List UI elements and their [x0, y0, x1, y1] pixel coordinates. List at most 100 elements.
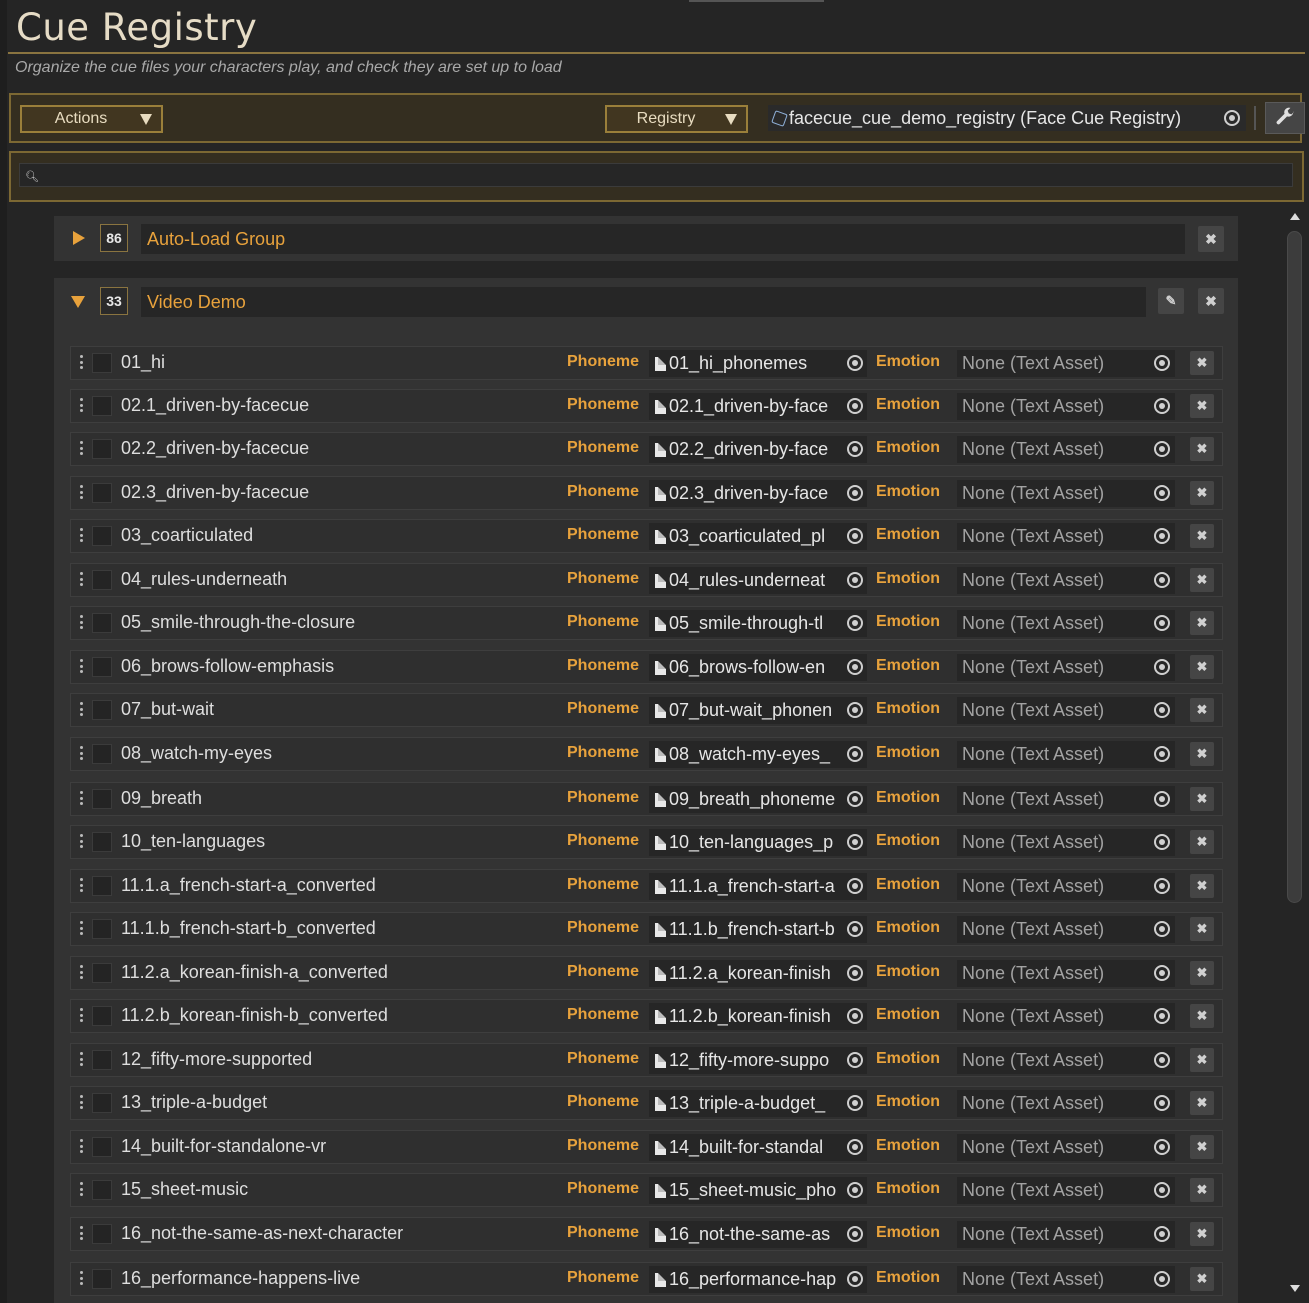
phoneme-asset-field[interactable]: 07_but-wait_phonen	[649, 697, 867, 724]
remove-cue-button[interactable]: ✖	[1190, 874, 1214, 898]
object-picker-icon[interactable]	[847, 398, 863, 414]
emotion-asset-field[interactable]: None (Text Asset)	[957, 873, 1175, 900]
drag-handle-icon[interactable]	[80, 1008, 83, 1022]
drag-handle-icon[interactable]	[80, 1052, 83, 1066]
object-picker-icon[interactable]	[847, 1095, 863, 1111]
emotion-asset-field[interactable]: None (Text Asset)	[957, 1266, 1175, 1293]
emotion-asset-field[interactable]: None (Text Asset)	[957, 786, 1175, 813]
object-picker-icon[interactable]	[1154, 1052, 1170, 1068]
object-picker-icon[interactable]	[847, 1182, 863, 1198]
emotion-asset-field[interactable]: None (Text Asset)	[957, 393, 1175, 420]
search-input[interactable]	[19, 163, 1293, 187]
registry-object-field[interactable]: facecue_cue_demo_registry (Face Cue Regi…	[768, 105, 1246, 131]
cue-checkbox[interactable]	[92, 353, 112, 373]
cue-checkbox[interactable]	[92, 483, 112, 503]
phoneme-asset-field[interactable]: 15_sheet-music_pho	[649, 1177, 867, 1204]
cue-checkbox[interactable]	[92, 919, 112, 939]
group-name-field[interactable]: Auto-Load Group	[141, 224, 1185, 254]
phoneme-asset-field[interactable]: 02.2_driven-by-face	[649, 436, 867, 463]
object-picker-icon[interactable]	[847, 791, 863, 807]
object-picker-icon[interactable]	[1154, 702, 1170, 718]
phoneme-asset-field[interactable]: 05_smile-through-tl	[649, 610, 867, 637]
emotion-asset-field[interactable]: None (Text Asset)	[957, 960, 1175, 987]
cue-checkbox[interactable]	[92, 789, 112, 809]
object-picker-icon[interactable]	[1154, 1095, 1170, 1111]
cue-checkbox[interactable]	[92, 613, 112, 633]
drag-handle-icon[interactable]	[80, 834, 83, 848]
drag-handle-icon[interactable]	[80, 702, 83, 716]
cue-checkbox[interactable]	[92, 1224, 112, 1244]
object-picker-icon[interactable]	[847, 659, 863, 675]
object-picker-icon[interactable]	[1154, 355, 1170, 371]
collapse-arrow-icon[interactable]	[71, 296, 85, 308]
drag-handle-icon[interactable]	[80, 441, 83, 455]
cue-checkbox[interactable]	[92, 657, 112, 677]
object-picker-icon[interactable]	[847, 878, 863, 894]
emotion-asset-field[interactable]: None (Text Asset)	[957, 916, 1175, 943]
cue-checkbox[interactable]	[92, 963, 112, 983]
emotion-asset-field[interactable]: None (Text Asset)	[957, 654, 1175, 681]
emotion-asset-field[interactable]: None (Text Asset)	[957, 523, 1175, 550]
phoneme-asset-field[interactable]: 11.2.a_korean-finish	[649, 960, 867, 987]
object-picker-icon[interactable]	[847, 965, 863, 981]
drag-handle-icon[interactable]	[80, 355, 83, 369]
drag-handle-icon[interactable]	[80, 659, 83, 673]
phoneme-asset-field[interactable]: 06_brows-follow-en	[649, 654, 867, 681]
remove-cue-button[interactable]: ✖	[1190, 351, 1214, 375]
cue-checkbox[interactable]	[92, 1006, 112, 1026]
emotion-asset-field[interactable]: None (Text Asset)	[957, 567, 1175, 594]
object-picker-icon[interactable]	[1154, 746, 1170, 762]
object-picker-icon[interactable]	[1154, 965, 1170, 981]
emotion-asset-field[interactable]: None (Text Asset)	[957, 1090, 1175, 1117]
object-picker-icon[interactable]	[847, 1226, 863, 1242]
cue-checkbox[interactable]	[92, 1137, 112, 1157]
cue-checkbox[interactable]	[92, 744, 112, 764]
scroll-up-arrow-icon[interactable]	[1290, 213, 1300, 220]
object-picker-icon[interactable]	[1154, 1008, 1170, 1024]
emotion-asset-field[interactable]: None (Text Asset)	[957, 1221, 1175, 1248]
cue-checkbox[interactable]	[92, 1093, 112, 1113]
drag-handle-icon[interactable]	[80, 615, 83, 629]
drag-handle-icon[interactable]	[80, 791, 83, 805]
object-picker-icon[interactable]	[847, 746, 863, 762]
phoneme-asset-field[interactable]: 14_built-for-standal	[649, 1134, 867, 1161]
cue-checkbox[interactable]	[92, 1050, 112, 1070]
phoneme-asset-field[interactable]: 16_not-the-same-as	[649, 1221, 867, 1248]
object-picker-icon[interactable]	[1154, 1182, 1170, 1198]
cue-checkbox[interactable]	[92, 570, 112, 590]
remove-group-button[interactable]: ✖	[1198, 226, 1224, 252]
object-picker-icon[interactable]	[1154, 398, 1170, 414]
drag-handle-icon[interactable]	[80, 398, 83, 412]
emotion-asset-field[interactable]: None (Text Asset)	[957, 1177, 1175, 1204]
cue-checkbox[interactable]	[92, 876, 112, 896]
object-picker-icon[interactable]	[1154, 1271, 1170, 1287]
object-picker-icon[interactable]	[1154, 485, 1170, 501]
drag-handle-icon[interactable]	[80, 572, 83, 586]
object-picker-icon[interactable]	[1154, 1226, 1170, 1242]
emotion-asset-field[interactable]: None (Text Asset)	[957, 436, 1175, 463]
cue-checkbox[interactable]	[92, 526, 112, 546]
remove-cue-button[interactable]: ✖	[1190, 830, 1214, 854]
object-picker-icon[interactable]	[1154, 921, 1170, 937]
emotion-asset-field[interactable]: None (Text Asset)	[957, 480, 1175, 507]
object-picker-icon[interactable]	[847, 441, 863, 457]
object-picker-icon[interactable]	[1154, 834, 1170, 850]
cue-checkbox[interactable]	[92, 832, 112, 852]
object-picker-icon[interactable]	[847, 485, 863, 501]
cue-checkbox[interactable]	[92, 396, 112, 416]
object-picker-icon[interactable]	[847, 834, 863, 850]
drag-handle-icon[interactable]	[80, 921, 83, 935]
phoneme-asset-field[interactable]: 13_triple-a-budget_	[649, 1090, 867, 1117]
drag-handle-icon[interactable]	[80, 485, 83, 499]
remove-cue-button[interactable]: ✖	[1190, 394, 1214, 418]
phoneme-asset-field[interactable]: 09_breath_phoneme	[649, 786, 867, 813]
group-name-field[interactable]: Video Demo	[141, 287, 1146, 317]
remove-cue-button[interactable]: ✖	[1190, 917, 1214, 941]
object-picker-icon[interactable]	[1154, 878, 1170, 894]
object-picker-icon[interactable]	[1154, 528, 1170, 544]
emotion-asset-field[interactable]: None (Text Asset)	[957, 610, 1175, 637]
object-picker-icon[interactable]	[1154, 572, 1170, 588]
phoneme-asset-field[interactable]: 02.3_driven-by-face	[649, 480, 867, 507]
remove-cue-button[interactable]: ✖	[1190, 1178, 1214, 1202]
object-picker-icon[interactable]	[847, 355, 863, 371]
